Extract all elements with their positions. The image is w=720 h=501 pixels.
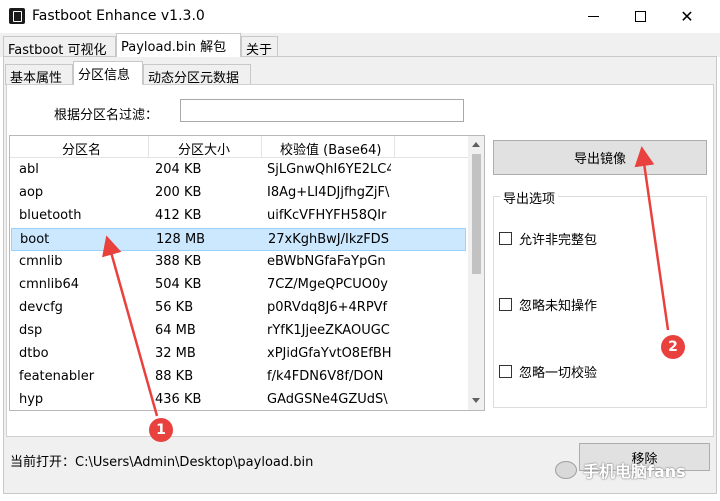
title-bar: Fastboot Enhance v1.3.0 ✕ — [0, 0, 720, 33]
table-row[interactable]: featenabler 88 KB f/k4FDN6V8f/DON — [11, 366, 466, 389]
option-ignore-all-checks[interactable]: 忽略一切校验 — [499, 362, 597, 381]
partition-name: dsp — [19, 323, 43, 338]
close-icon: ✕ — [680, 7, 694, 26]
list-header: 分区名 分区大小 校验值 (Base64) — [10, 136, 468, 158]
app-icon — [9, 8, 25, 24]
partition-name: featenabler — [19, 369, 95, 384]
close-button[interactable]: ✕ — [664, 0, 710, 33]
scroll-up-arrow-icon[interactable] — [472, 142, 480, 147]
table-row[interactable]: dtbo 32 MB xPJidGfaYvtO8EfBH — [11, 343, 466, 366]
filter-label: 根据分区名过滤： — [54, 108, 159, 123]
window-title: Fastboot Enhance v1.3.0 — [32, 8, 205, 24]
partition-list[interactable]: 分区名 分区大小 校验值 (Base64) abl 204 KB SjLGnwQ… — [9, 135, 485, 411]
tab-dynamic-partition-metadata[interactable]: 动态分区元数据 — [143, 64, 251, 86]
table-row[interactable]: aop 200 KB I8Ag+LI4DJjfhgZjF\ — [11, 182, 466, 205]
column-separator[interactable] — [261, 136, 262, 158]
annotation-badge-2: 2 — [661, 335, 685, 359]
export-image-button[interactable]: 导出镜像 — [493, 140, 707, 175]
scroll-thumb[interactable] — [472, 154, 481, 274]
partition-size: 88 KB — [155, 369, 194, 384]
partition-hash: eBWbNGfaFaYpGn — [267, 254, 386, 269]
partition-size: 64 MB — [155, 323, 196, 338]
partition-size: 32 MB — [155, 346, 196, 361]
watermark-text: 手机电脑fans — [583, 462, 686, 481]
watermark: 手机电脑fans — [555, 458, 686, 482]
table-row[interactable]: devcfg 56 KB p0RVdq8J6+4RPVf — [11, 297, 466, 320]
partition-hash: xPJidGfaYvtO8EfBH — [267, 346, 391, 361]
partition-name: cmnlib64 — [19, 277, 80, 292]
table-row[interactable]: dsp 64 MB rYfK1JjeeZKAOUGC — [11, 320, 466, 343]
export-options-title: 导出选项 — [500, 188, 559, 207]
maximize-icon — [634, 11, 646, 22]
partition-hash: 27xKghBwJ/IkzFDS — [268, 232, 389, 247]
wechat-icon — [555, 461, 577, 479]
annotation-badge-1: 1 — [149, 418, 173, 442]
partition-name: hyp — [19, 392, 44, 407]
partition-size: 388 KB — [155, 254, 202, 269]
partition-name: devcfg — [19, 300, 63, 315]
filter-input[interactable] — [180, 99, 464, 122]
option-ignore-unknown-ops[interactable]: 忽略未知操作 — [499, 295, 597, 314]
partition-name: boot — [20, 232, 50, 247]
partition-size: 504 KB — [155, 277, 202, 292]
tab-basic-properties[interactable]: 基本属性 — [5, 64, 73, 86]
partition-name: dtbo — [19, 346, 49, 361]
tab-fastboot-visual[interactable]: Fastboot 可视化 — [3, 36, 116, 58]
tab-about[interactable]: 关于 — [241, 36, 278, 58]
table-row[interactable]: hyp 436 KB GAdGSNe4GZUdS\ — [11, 389, 466, 410]
partition-hash: SjLGnwQhI6YE2LC4 — [267, 162, 391, 177]
column-header-hash[interactable]: 校验值 (Base64) — [280, 139, 381, 158]
partition-hash: GAdGSNe4GZUdS\ — [267, 392, 388, 407]
partition-size: 128 MB — [156, 232, 206, 247]
partition-size: 204 KB — [155, 162, 202, 177]
partition-hash: rYfK1JjeeZKAOUGC — [267, 323, 390, 338]
partition-size: 56 KB — [155, 300, 194, 315]
table-row[interactable]: cmnlib64 504 KB 7CZ/MgeQPCUO0y — [11, 274, 466, 297]
table-row-selected[interactable]: boot 128 MB 27xKghBwJ/IkzFDS — [11, 228, 466, 251]
maximize-button[interactable] — [617, 0, 663, 33]
partition-name: abl — [19, 162, 39, 177]
partition-hash: uifKcVFHYFH58QIr — [267, 208, 387, 223]
table-row[interactable]: bluetooth 412 KB uifKcVFHYFH58QIr — [11, 205, 466, 228]
main-tab-strip: Fastboot 可视化 Payload.bin 解包 关于 — [0, 33, 720, 58]
scroll-down-arrow-icon[interactable] — [472, 398, 480, 403]
table-row[interactable]: cmnlib 388 KB eBWbNGfaFaYpGn — [11, 251, 466, 274]
vertical-scrollbar[interactable] — [468, 136, 484, 410]
partition-hash: I8Ag+LI4DJjfhgZjF\ — [267, 185, 390, 200]
current-file-status: 当前打开：C:\Users\Admin\Desktop\payload.bin — [10, 455, 314, 470]
sub-tab-strip: 基本属性 分区信息 动态分区元数据 — [0, 60, 720, 86]
option-label: 忽略未知操作 — [519, 299, 598, 314]
column-separator[interactable] — [394, 136, 395, 158]
partition-hash: 7CZ/MgeQPCUO0y — [267, 277, 388, 292]
partition-hash: f/k4FDN6V8f/DON — [267, 369, 384, 384]
checkbox[interactable] — [499, 365, 512, 378]
partition-size: 412 KB — [155, 208, 202, 223]
table-row[interactable]: abl 204 KB SjLGnwQhI6YE2LC4 — [11, 159, 466, 182]
checkbox[interactable] — [499, 232, 512, 245]
option-allow-incomplete[interactable]: 允许非完整包 — [499, 229, 597, 248]
tab-partition-info[interactable]: 分区信息 — [73, 61, 143, 85]
column-header-name[interactable]: 分区名 — [62, 139, 101, 158]
minimize-icon — [587, 16, 599, 17]
tab-payload-unpack[interactable]: Payload.bin 解包 — [116, 33, 241, 57]
option-label: 忽略一切校验 — [519, 366, 598, 381]
partition-name: bluetooth — [19, 208, 82, 223]
partition-name: aop — [19, 185, 44, 200]
column-separator[interactable] — [148, 136, 149, 158]
column-header-size[interactable]: 分区大小 — [178, 139, 230, 158]
partition-size: 436 KB — [155, 392, 202, 407]
minimize-button[interactable] — [570, 0, 616, 33]
partition-size: 200 KB — [155, 185, 202, 200]
checkbox[interactable] — [499, 298, 512, 311]
partition-hash: p0RVdq8J6+4RPVf — [267, 300, 388, 315]
option-label: 允许非完整包 — [519, 233, 598, 248]
partition-name: cmnlib — [19, 254, 63, 269]
